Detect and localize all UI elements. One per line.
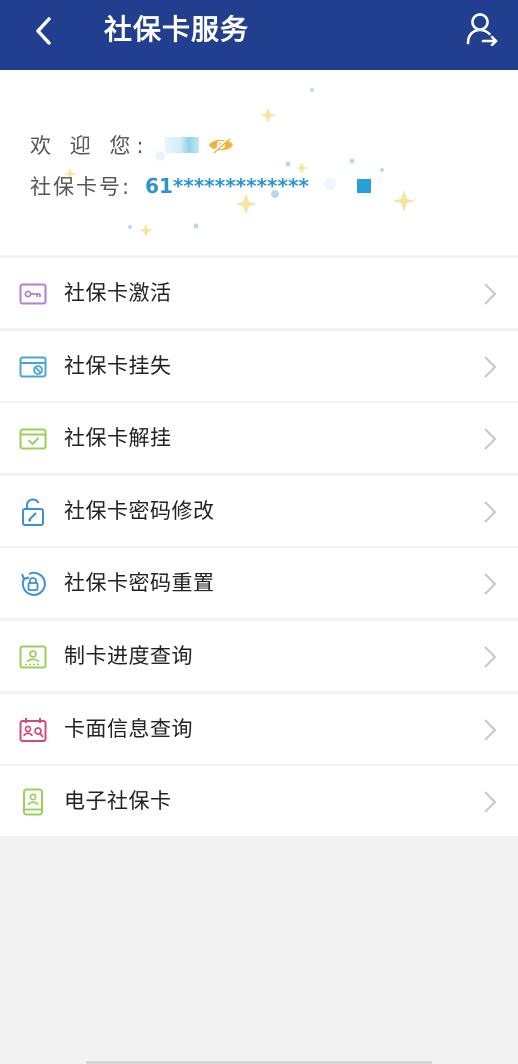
card-report-loss-icon	[19, 353, 47, 381]
chevron-right-icon	[484, 791, 497, 813]
user-switch-icon	[466, 13, 498, 46]
menu-item-card-unlock[interactable]: 社保卡解挂	[0, 403, 518, 474]
user-info-card: 欢 迎 您: 社保卡号: 61*************	[0, 70, 518, 255]
chevron-left-icon	[36, 17, 51, 45]
menu-item-password-reset[interactable]: 社保卡密码重置	[0, 548, 518, 619]
menu-item-card-report-loss[interactable]: 社保卡挂失	[0, 330, 518, 401]
welcome-label: 欢 迎 您:	[30, 134, 150, 158]
app-header: 社保卡服务	[0, 0, 518, 70]
user-switch-button[interactable]	[462, 9, 502, 49]
menu-item-card-activate[interactable]: 社保卡激活	[0, 258, 518, 328]
card-progress-icon	[19, 643, 47, 671]
card-number-value: 61*************	[145, 174, 309, 198]
menu-item-e-card[interactable]: 电子社保卡	[0, 766, 518, 837]
e-card-phone-icon	[19, 788, 47, 816]
chevron-right-icon	[484, 501, 497, 523]
chevron-right-icon	[484, 573, 497, 596]
password-edit-icon	[19, 498, 47, 526]
menu-item-label: 制卡进度查询	[64, 643, 193, 668]
menu-item-card-progress[interactable]: 制卡进度查询	[0, 620, 518, 691]
menu-item-label: 电子社保卡	[64, 789, 172, 814]
back-button[interactable]	[24, 11, 64, 51]
eye-hidden-icon[interactable]	[207, 136, 235, 154]
chevron-right-icon	[484, 283, 497, 305]
card-number-row: 社保卡号: 61*************	[30, 171, 371, 201]
password-reset-icon	[19, 570, 47, 598]
chevron-right-icon	[484, 355, 497, 378]
masked-card-tail	[356, 179, 371, 193]
card-activate-icon	[19, 280, 47, 308]
chevron-right-icon	[484, 646, 497, 668]
page-title: 社保卡服务	[104, 13, 250, 46]
menu-item-card-face-search[interactable]: 卡面信息查询	[0, 693, 518, 764]
menu-item-password-edit[interactable]: 社保卡密码修改	[0, 475, 518, 546]
menu-item-label: 社保卡激活	[64, 281, 172, 305]
menu-item-label: 社保卡密码重置	[64, 571, 215, 596]
menu-item-label: 社保卡解挂	[64, 426, 172, 451]
chevron-right-icon	[484, 718, 497, 741]
card-unlock-icon	[19, 425, 47, 453]
menu-item-label: 社保卡密码修改	[64, 498, 215, 523]
menu-item-label: 社保卡挂失	[64, 353, 172, 378]
service-menu: 社保卡激活 社保卡挂失 社保卡解挂 社保卡密码修改 社保卡密码重置 制卡进度查询…	[0, 258, 518, 839]
card-face-search-icon	[19, 716, 47, 744]
card-number-label: 社保卡号:	[30, 175, 132, 199]
decorative-stars	[63, 88, 416, 237]
chevron-right-icon	[484, 428, 497, 450]
welcome-row: 欢 迎 您:	[30, 130, 235, 160]
menu-item-label: 卡面信息查询	[64, 716, 193, 741]
masked-user-name	[165, 137, 200, 153]
